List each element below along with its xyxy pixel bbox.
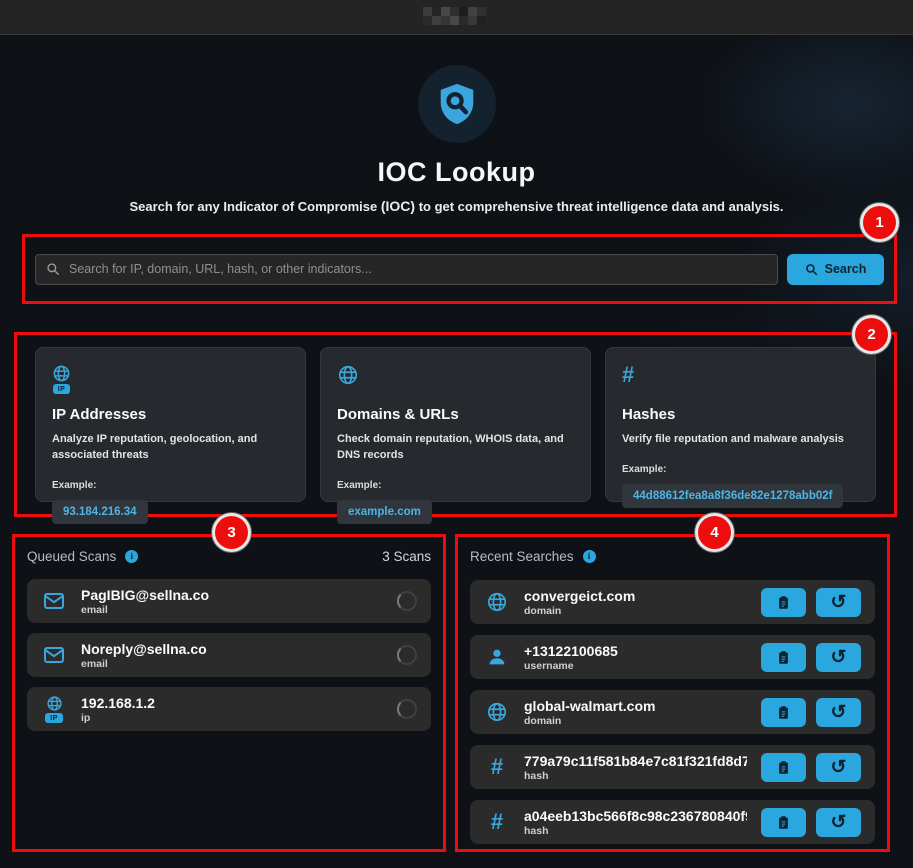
recent-searches-panel: Recent Searches i convergeict.com domain xyxy=(455,534,890,852)
clipboard-icon xyxy=(776,760,791,775)
page-subtitle: Search for any Indicator of Compromise (… xyxy=(0,198,913,214)
loading-spinner-icon xyxy=(397,645,417,665)
annotation-circle-2: 2 xyxy=(855,318,888,351)
copy-to-search-button[interactable] xyxy=(761,808,806,837)
scan-value: 192.168.1.2 xyxy=(81,695,383,711)
search-input-wrapper xyxy=(35,254,778,285)
card-ip-addresses[interactable]: IP IP Addresses Analyze IP reputation, g… xyxy=(35,347,306,502)
example-value-chip[interactable]: example.com xyxy=(337,500,432,524)
search-icon xyxy=(46,262,60,276)
card-description: Verify file reputation and malware analy… xyxy=(622,432,859,448)
queued-scans-panel: Queued Scans i 3 Scans PagIBIG@sellna.co… xyxy=(12,534,446,852)
rerun-search-button[interactable]: ↺ xyxy=(816,698,861,727)
search-icon xyxy=(805,263,818,276)
search-value: +13122100685 xyxy=(524,643,747,659)
example-label: Example: xyxy=(622,464,859,475)
redo-icon: ↺ xyxy=(831,813,847,832)
recent-search-row: +13122100685 username ↺ xyxy=(470,635,875,679)
queued-scan-row: Noreply@sellna.co email xyxy=(27,633,431,677)
card-hashes[interactable]: # Hashes Verify file reputation and malw… xyxy=(605,347,876,502)
recent-search-row: # a04eeb13bc566f8c98c236780840f9... hash… xyxy=(470,800,875,844)
loading-spinner-icon xyxy=(397,591,417,611)
clipboard-icon xyxy=(776,705,791,720)
card-domains-urls[interactable]: Domains & URLs Check domain reputation, … xyxy=(320,347,591,502)
redo-icon: ↺ xyxy=(831,758,847,777)
annotation-circle-3: 3 xyxy=(215,516,248,549)
annotation-circle-1: 1 xyxy=(863,206,896,239)
ip-globe-icon: IP xyxy=(45,695,63,723)
recent-search-row: convergeict.com domain ↺ xyxy=(470,580,875,624)
search-button[interactable]: Search xyxy=(787,254,884,285)
search-section-annotation-box: Search xyxy=(22,234,897,304)
scan-type: ip xyxy=(81,712,383,724)
rerun-search-button[interactable]: ↺ xyxy=(816,643,861,672)
clipboard-icon xyxy=(776,595,791,610)
copy-to-search-button[interactable] xyxy=(761,698,806,727)
info-icon[interactable]: i xyxy=(125,550,138,563)
search-type: domain xyxy=(524,715,747,727)
scan-value: Noreply@sellna.co xyxy=(81,641,383,657)
copy-to-search-button[interactable] xyxy=(761,753,806,782)
search-value: convergeict.com xyxy=(524,588,747,604)
window-title-bar xyxy=(0,0,913,35)
hash-icon: # xyxy=(491,756,503,778)
card-description: Check domain reputation, WHOIS data, and… xyxy=(337,432,574,464)
clipboard-icon xyxy=(776,815,791,830)
globe-icon xyxy=(486,701,508,723)
card-title: Hashes xyxy=(622,406,859,423)
hero-section: IOC Lookup Search for any Indicator of C… xyxy=(0,65,913,214)
example-label: Example: xyxy=(337,480,574,491)
copy-to-search-button[interactable] xyxy=(761,643,806,672)
rerun-search-button[interactable]: ↺ xyxy=(816,808,861,837)
search-type: domain xyxy=(524,605,747,617)
category-cards-annotation-box: IP IP Addresses Analyze IP reputation, g… xyxy=(14,332,897,517)
search-value: global-walmart.com xyxy=(524,698,747,714)
globe-icon xyxy=(486,591,508,613)
scan-type: email xyxy=(81,604,383,616)
card-title: Domains & URLs xyxy=(337,406,574,423)
redacted-text xyxy=(423,5,491,29)
search-type: hash xyxy=(524,770,747,782)
queued-scan-row: PagIBIG@sellna.co email xyxy=(27,579,431,623)
recent-search-row: # 779a79c11f581b84e7c81f321fd8d7... hash… xyxy=(470,745,875,789)
loading-spinner-icon xyxy=(397,699,417,719)
search-value: a04eeb13bc566f8c98c236780840f9... xyxy=(524,808,747,824)
redo-icon: ↺ xyxy=(831,593,847,612)
user-icon xyxy=(486,646,508,668)
globe-icon xyxy=(337,364,359,386)
ip-globe-icon: IP xyxy=(52,364,71,394)
recent-searches-title: Recent Searches xyxy=(470,549,574,564)
page-title: IOC Lookup xyxy=(0,157,913,188)
search-input[interactable] xyxy=(69,262,767,276)
clipboard-icon xyxy=(776,650,791,665)
envelope-icon xyxy=(42,589,66,613)
queued-scan-row: IP 192.168.1.2 ip xyxy=(27,687,431,731)
example-value-chip[interactable]: 44d88612fea8a8f36de82e1278abb02f xyxy=(622,484,843,508)
copy-to-search-button[interactable] xyxy=(761,588,806,617)
scan-type: email xyxy=(81,658,383,670)
search-value: 779a79c11f581b84e7c81f321fd8d7... xyxy=(524,753,747,769)
card-title: IP Addresses xyxy=(52,406,289,423)
envelope-icon xyxy=(42,643,66,667)
card-description: Analyze IP reputation, geolocation, and … xyxy=(52,432,289,464)
hash-icon: # xyxy=(491,811,503,833)
example-value-chip[interactable]: 93.184.216.34 xyxy=(52,500,148,524)
recent-search-row: global-walmart.com domain ↺ xyxy=(470,690,875,734)
redo-icon: ↺ xyxy=(831,703,847,722)
queued-scans-title: Queued Scans xyxy=(27,549,116,564)
hash-icon: # xyxy=(622,364,634,386)
scan-value: PagIBIG@sellna.co xyxy=(81,587,383,603)
annotation-circle-4: 4 xyxy=(698,516,731,549)
shield-magnifier-icon xyxy=(434,81,480,127)
search-type: username xyxy=(524,660,747,672)
queued-scans-count: 3 Scans xyxy=(382,549,431,564)
redo-icon: ↺ xyxy=(831,648,847,667)
rerun-search-button[interactable]: ↺ xyxy=(816,588,861,617)
info-icon[interactable]: i xyxy=(583,550,596,563)
rerun-search-button[interactable]: ↺ xyxy=(816,753,861,782)
ioc-lookup-logo xyxy=(418,65,496,143)
search-type: hash xyxy=(524,825,747,837)
example-label: Example: xyxy=(52,480,289,491)
